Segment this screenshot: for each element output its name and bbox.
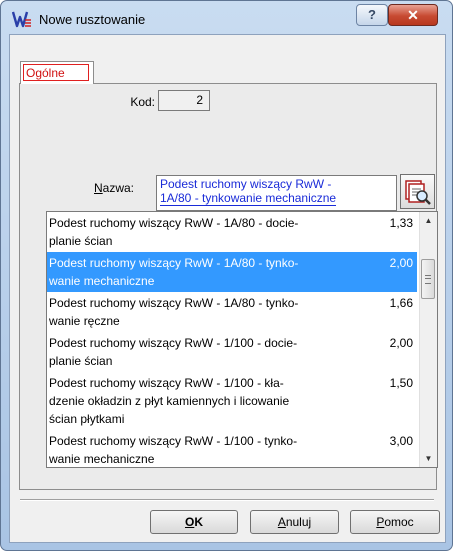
lookup-button[interactable] xyxy=(400,174,435,209)
list-item[interactable]: Podest ruchomy wiszący RwW - 1/100 - doc… xyxy=(47,332,417,372)
list-item-name: Podest ruchomy wiszący RwW - 1/100 - doc… xyxy=(49,336,298,368)
button-separator xyxy=(20,499,434,501)
kod-label: Kod: xyxy=(130,95,155,109)
cancel-accel: A xyxy=(277,515,286,529)
cancel-button[interactable]: Anuluj xyxy=(250,510,339,534)
cancel-rest: nuluj xyxy=(285,515,312,529)
scroll-thumb[interactable] xyxy=(421,259,435,299)
ok-rest: K xyxy=(194,515,203,529)
ok-accel: O xyxy=(184,515,195,529)
tab-label: Ogólne xyxy=(23,64,89,81)
list-item-name: Podest ruchomy wiszący RwW - 1A/80 - doc… xyxy=(49,216,299,248)
help-rest: omoc xyxy=(384,515,414,529)
dialog-window: Nowe rusztowanie ? ✕ Ogólne Kod: 2 Nazwa… xyxy=(0,0,453,551)
scaffold-list[interactable]: Podest ruchomy wiszący RwW - 1A/80 - doc… xyxy=(46,211,438,468)
help-button[interactable]: Pomoc xyxy=(350,510,440,534)
window-title: Nowe rusztowanie xyxy=(39,12,146,27)
list-item-value: 3,00 xyxy=(389,434,413,448)
list-item[interactable]: Podest ruchomy wiszący RwW - 1A/80 - tyn… xyxy=(47,252,417,292)
tab-ogolne[interactable]: Ogólne xyxy=(20,61,94,84)
list-item-name: Podest ruchomy wiszący RwW - 1/100 - kła… xyxy=(49,376,290,426)
dialog-client-area: Ogólne Kod: 2 Nazwa: Podest ruchomy wisz… xyxy=(9,34,446,543)
list-item-value: 1,66 xyxy=(389,296,413,310)
nazwa-line-2: 1A/80 - tynkowanie mechaniczne xyxy=(160,191,337,206)
list-item[interactable]: Podest ruchomy wiszący RwW - 1A/80 - tyn… xyxy=(47,292,417,332)
lookup-list-icon xyxy=(405,180,431,205)
list-scrollbar[interactable]: ▲ ▼ xyxy=(419,212,437,467)
list-item-value: 1,33 xyxy=(389,216,413,230)
kod-field[interactable]: 2 xyxy=(158,90,210,111)
grip-icon xyxy=(425,275,431,284)
title-bar[interactable]: Nowe rusztowanie ? ✕ xyxy=(1,1,452,34)
list-item-name: Podest ruchomy wiszący RwW - 1A/80 - tyn… xyxy=(49,256,299,288)
list-item-name: Podest ruchomy wiszący RwW - 1/100 - tyn… xyxy=(49,434,298,466)
list-item-name: Podest ruchomy wiszący RwW - 1A/80 - tyn… xyxy=(49,296,299,328)
nazwa-label-rest: azwa: xyxy=(102,181,135,195)
list-item-value: 2,00 xyxy=(389,336,413,350)
nazwa-field[interactable]: Podest ruchomy wiszący RwW - 1A/80 - tyn… xyxy=(156,175,397,211)
nazwa-line-1: Podest ruchomy wiszący RwW - xyxy=(160,177,332,191)
list-item[interactable]: Podest ruchomy wiszący RwW - 1/100 - kła… xyxy=(47,372,417,430)
list-item[interactable]: Podest ruchomy wiszący RwW - 1/100 - tyn… xyxy=(47,430,417,467)
close-icon[interactable]: ✕ xyxy=(388,4,438,26)
list-item-value: 2,00 xyxy=(389,256,413,270)
scroll-down-icon[interactable]: ▼ xyxy=(420,450,437,467)
nazwa-label: Nazwa: xyxy=(94,181,134,195)
nazwa-accel: N xyxy=(94,181,103,195)
app-icon xyxy=(12,11,31,28)
list-item[interactable]: Podest ruchomy wiszący RwW - 1A/80 - doc… xyxy=(47,212,417,252)
help-icon[interactable]: ? xyxy=(356,4,388,26)
ok-button[interactable]: OK xyxy=(150,510,238,534)
list-item-value: 1,50 xyxy=(389,376,413,390)
scroll-up-icon[interactable]: ▲ xyxy=(420,212,437,229)
